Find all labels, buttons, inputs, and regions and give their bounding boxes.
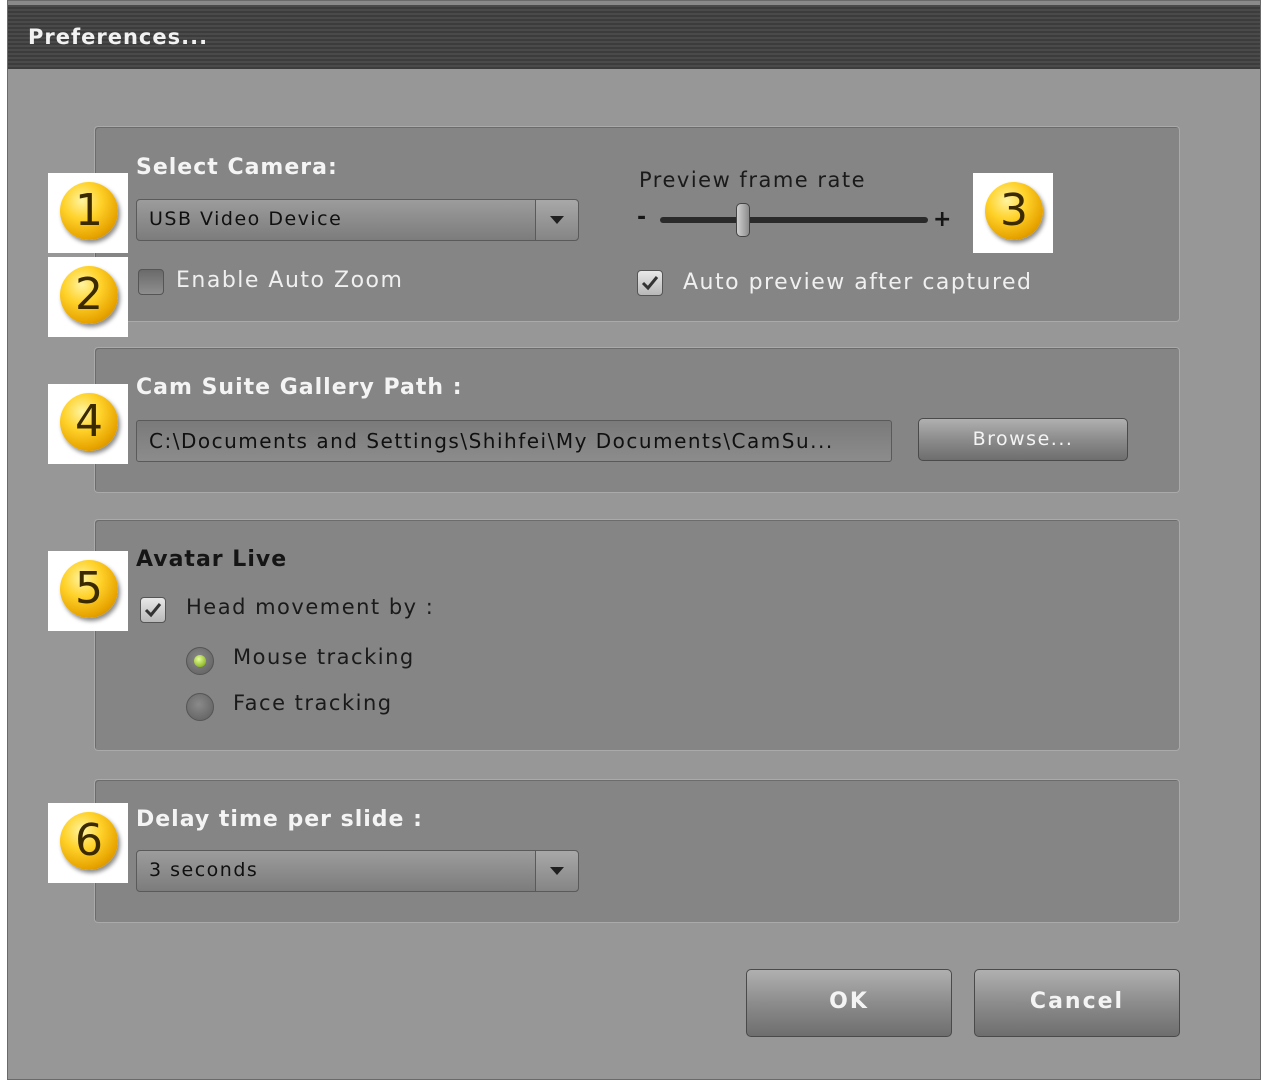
chevron-down-icon: [550, 867, 564, 875]
gallery-path-field[interactable]: C:\Documents and Settings\Shihfei\My Doc…: [136, 420, 892, 462]
preview-frame-rate-label: Preview frame rate: [639, 168, 867, 192]
gallery-path-value: C:\Documents and Settings\Shihfei\My Doc…: [149, 429, 834, 453]
camera-dropdown-arrow[interactable]: [535, 200, 578, 240]
avatar-live-label: Avatar Live: [136, 547, 288, 572]
callout-badge-3: 3: [973, 173, 1053, 253]
callout-badge-6: 6: [48, 803, 128, 883]
face-tracking-label: Face tracking: [233, 691, 393, 715]
auto-zoom-label: Enable Auto Zoom: [176, 268, 404, 293]
auto-preview-label: Auto preview after captured: [683, 270, 1033, 295]
callout-badge-4: 4: [48, 384, 128, 464]
callout-badge-1: 1: [48, 173, 128, 253]
delay-dropdown[interactable]: 3 seconds: [136, 850, 579, 892]
mouse-tracking-radio[interactable]: [186, 647, 214, 675]
delay-dropdown-arrow[interactable]: [535, 851, 578, 891]
mouse-tracking-label: Mouse tracking: [233, 645, 415, 669]
slider-plus-icon: +: [933, 207, 952, 232]
frame-rate-slider-thumb[interactable]: [736, 203, 751, 237]
callout-badge-5: 5: [48, 551, 128, 631]
camera-dropdown[interactable]: USB Video Device: [136, 199, 579, 241]
slider-minus-icon: -: [637, 205, 647, 230]
slideshow-panel: Delay time per slide : 3 seconds: [94, 779, 1180, 923]
gallery-panel: Cam Suite Gallery Path : C:\Documents an…: [94, 347, 1180, 493]
gallery-path-label: Cam Suite Gallery Path :: [136, 375, 463, 400]
head-movement-checkbox[interactable]: [140, 597, 166, 623]
cancel-button[interactable]: Cancel: [974, 969, 1180, 1037]
auto-zoom-checkbox[interactable]: [138, 269, 164, 295]
window-title: Preferences...: [28, 25, 209, 49]
check-icon: [641, 276, 659, 291]
browse-button[interactable]: Browse...: [918, 418, 1128, 461]
title-bar[interactable]: Preferences...: [8, 1, 1260, 69]
delay-selected-value: 3 seconds: [149, 859, 259, 881]
chevron-down-icon: [550, 216, 564, 224]
check-icon: [144, 603, 162, 618]
frame-rate-slider-track[interactable]: [660, 217, 928, 223]
ok-button[interactable]: OK: [746, 969, 952, 1037]
auto-preview-checkbox[interactable]: [637, 270, 663, 296]
avatar-panel: Avatar Live Head movement by : Mouse tra…: [94, 519, 1180, 751]
preferences-window: Preferences... Select Camera: USB Video …: [7, 0, 1261, 1080]
face-tracking-radio[interactable]: [186, 693, 214, 721]
delay-time-label: Delay time per slide :: [136, 807, 423, 832]
callout-badge-2: 2: [48, 257, 128, 337]
head-movement-label: Head movement by :: [186, 595, 435, 619]
camera-selected-value: USB Video Device: [149, 208, 343, 230]
select-camera-label: Select Camera:: [136, 155, 338, 180]
radio-selected-dot: [194, 655, 206, 667]
